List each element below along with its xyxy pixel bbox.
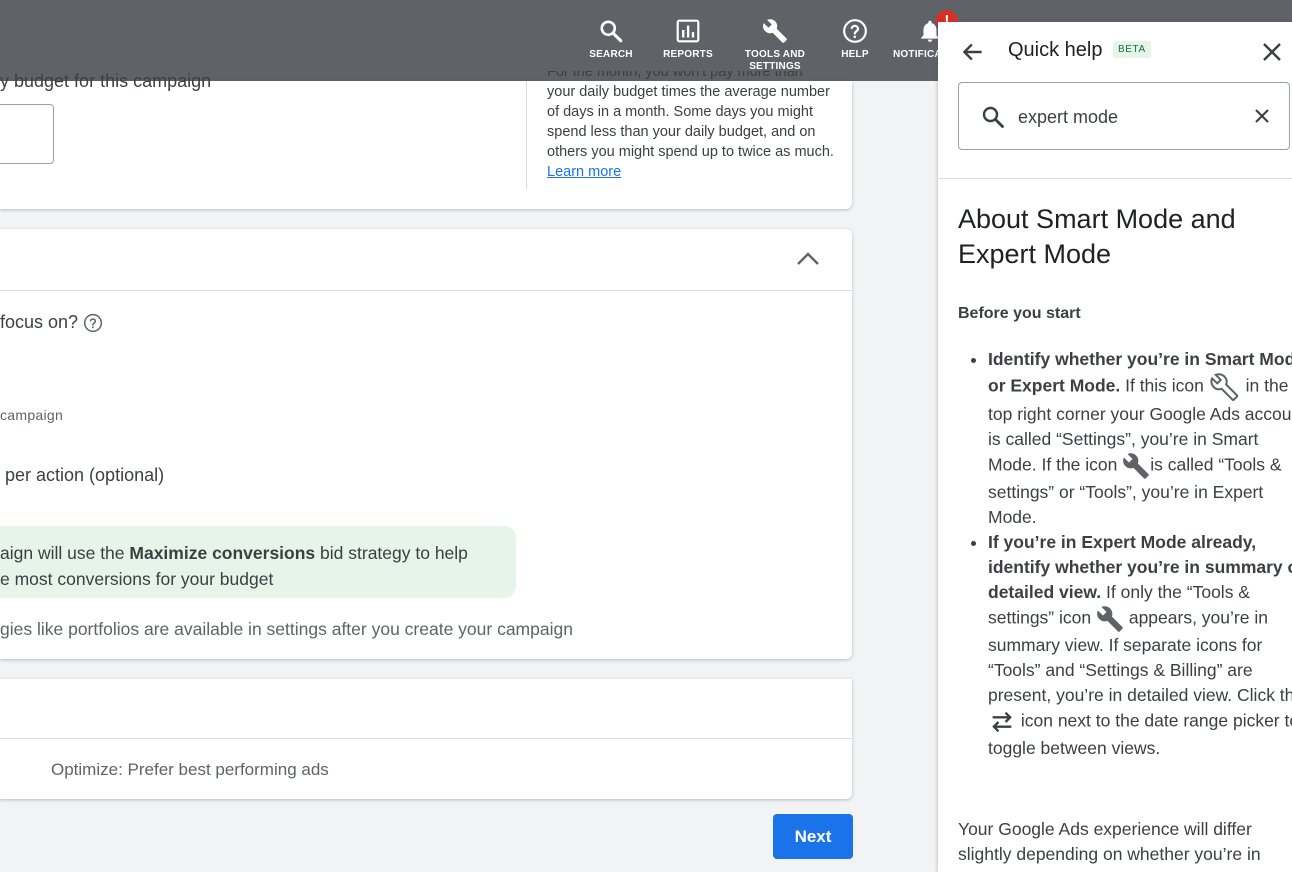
reports-button-label: REPORTS	[663, 49, 713, 60]
budget-label: y budget for this campaign	[0, 71, 212, 91]
search-icon	[600, 20, 623, 43]
portfolio-note: gies like portfolios are available in se…	[0, 619, 573, 639]
tools-wrench-icon	[1122, 452, 1150, 480]
clear-search-icon[interactable]	[1253, 107, 1271, 125]
help-circle-icon[interactable]	[83, 313, 103, 333]
help-search-input[interactable]: expert mode	[958, 82, 1290, 150]
budget-help-cut-line: For the month, you won't pay more than	[547, 71, 803, 80]
close-icon[interactable]	[1260, 40, 1284, 64]
reports-icon	[676, 19, 700, 43]
budget-help-text: For the month, you won't pay more than y…	[547, 71, 837, 182]
info-line-2: e most conversions for your budget	[0, 569, 274, 589]
ad-rotation-value[interactable]: Optimize: Prefer best performing ads	[51, 760, 329, 780]
tools-settings-wrench-icon	[1096, 605, 1124, 633]
budget-help-body: your daily budget times the average numb…	[547, 84, 834, 160]
ad-rotation-card	[0, 679, 852, 799]
help-bullet-1: Identify whether you’re in Smart Mode or…	[988, 347, 1292, 530]
wrench-icon	[763, 19, 787, 43]
panel-divider	[938, 178, 1292, 179]
differ-paragraph: Your Google Ads experience will differ s…	[958, 819, 1261, 864]
quick-help-title: Quick help	[1008, 39, 1103, 61]
article-title: About Smart Mode and Expert Mode	[958, 204, 1236, 269]
bidding-question: focus on?	[0, 312, 79, 332]
next-button[interactable]: Next	[773, 814, 853, 859]
bidding-divider	[0, 290, 852, 291]
swap-arrows-icon	[988, 708, 1016, 736]
target-cpa-label[interactable]: per action (optional)	[5, 465, 164, 486]
vertical-divider	[526, 81, 527, 189]
maximize-conversions-bold: Maximize conversions	[129, 543, 316, 563]
settings-wrench-icon	[1209, 372, 1241, 402]
before-you-start-heading: Before you start	[958, 305, 1081, 322]
ad-rotation-divider	[0, 738, 852, 739]
notifications-button-label: NOTIFICA	[893, 49, 942, 60]
info-line-1: aign will use the Maximize conversions b…	[0, 543, 468, 563]
budget-card: y budget for this campaign For the month…	[0, 71, 852, 209]
search-button-label: SEARCH	[589, 49, 633, 60]
help-bullet-2: If you’re in Expert Mode already, identi…	[988, 530, 1292, 761]
tools-label-line1: TOOLS AND	[744, 49, 806, 60]
help-button-label: HELP	[841, 49, 869, 60]
notifications-button[interactable]: ! NOTIFICA	[885, 10, 958, 61]
help-search-value: expert mode	[1018, 107, 1119, 127]
beta-badge: BETA	[1113, 41, 1151, 58]
collapse-chevron-up-icon[interactable]	[796, 249, 820, 269]
learn-more-link[interactable]: Learn more	[547, 164, 621, 180]
tools-and-settings-button[interactable]: TOOLS AND SETTINGS	[730, 18, 820, 73]
quick-help-panel: Quick help BETA expert mode About Smart …	[938, 22, 1292, 872]
back-arrow-icon[interactable]	[960, 39, 986, 65]
reports-button[interactable]: REPORTS	[643, 18, 733, 61]
help-bullet-list: Identify whether you’re in Smart Mode or…	[958, 347, 1292, 761]
search-icon	[982, 106, 1004, 128]
campaign-label: campaign	[0, 407, 64, 423]
budget-input[interactable]	[0, 104, 54, 164]
help-icon	[843, 19, 867, 43]
